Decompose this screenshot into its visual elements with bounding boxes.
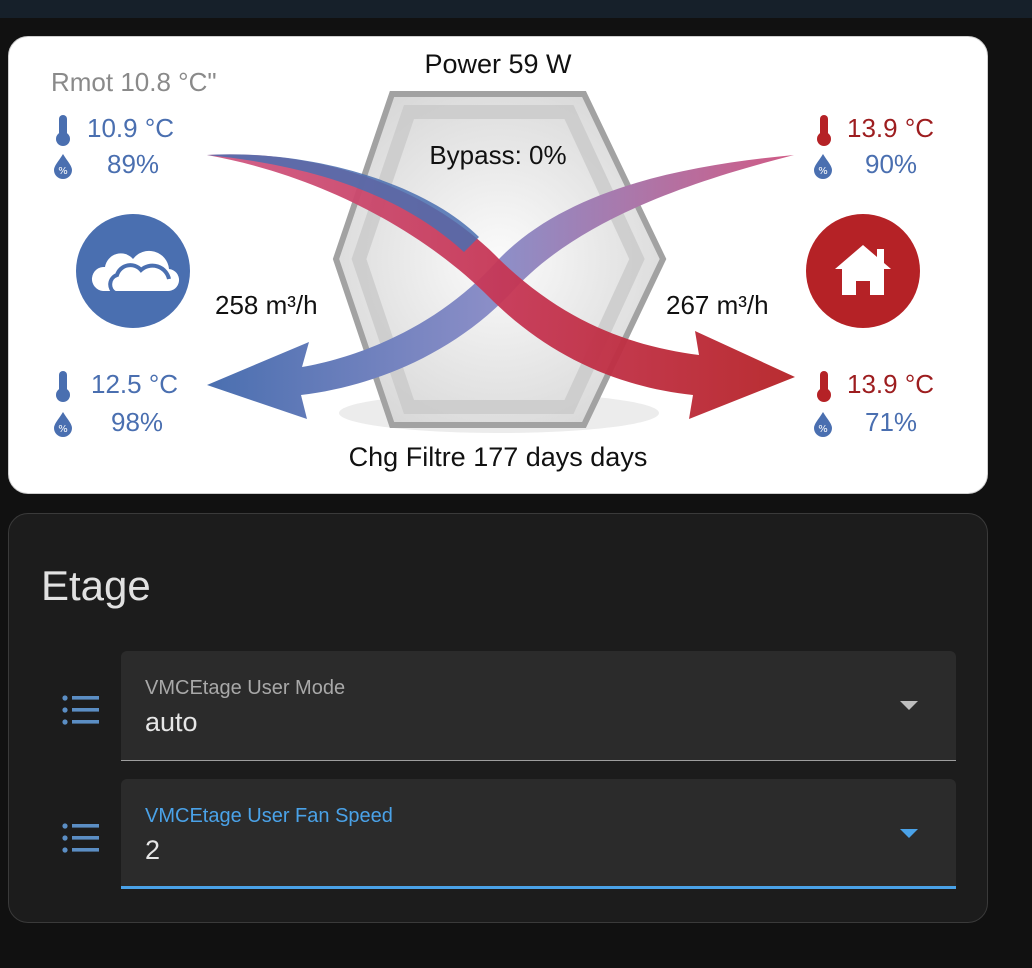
- home-icon: [806, 214, 920, 328]
- exhaust-flow-rate: 258 m³/h: [215, 290, 318, 320]
- select-underline: [121, 760, 956, 761]
- dropdown-arrow-icon[interactable]: [900, 829, 918, 838]
- thermometer-icon: [817, 371, 831, 402]
- thermometer-icon: [56, 115, 70, 146]
- fan-speed-select[interactable]: VMCEtage User Fan Speed 2: [121, 779, 956, 889]
- svg-text:%: %: [818, 166, 828, 177]
- svg-text:%: %: [58, 424, 68, 435]
- svg-text:%: %: [58, 166, 68, 177]
- indoor-humidity: 90%: [865, 149, 918, 179]
- dropdown-arrow-icon[interactable]: [900, 701, 918, 710]
- thermometer-icon: [817, 115, 831, 146]
- etage-card: Etage VMCEtage User Mode auto VMCEtage U…: [8, 513, 988, 923]
- cloud-icon: [76, 214, 190, 328]
- select-value: auto: [145, 707, 198, 737]
- list-icon: [62, 823, 99, 853]
- indoor-temp: 13.9 °C: [847, 113, 935, 143]
- humidity-drop-icon: %: [54, 154, 72, 179]
- exhaust-humidity: 98%: [111, 407, 164, 437]
- humidity-drop-icon: %: [54, 412, 72, 437]
- select-underline: [121, 886, 956, 889]
- select-value: 2: [145, 835, 161, 865]
- top-bar: [0, 0, 1032, 18]
- thermometer-icon: [56, 371, 70, 402]
- outdoor-humidity: 89%: [107, 149, 160, 179]
- svg-text:%: %: [818, 424, 828, 435]
- supply-humidity: 71%: [865, 407, 918, 437]
- supply-temp: 13.9 °C: [847, 369, 935, 399]
- humidity-drop-icon: %: [814, 412, 832, 437]
- ventilation-flow-card[interactable]: Power 59 W Bypass: 0% Chg Filtre 177 day…: [8, 36, 988, 494]
- remote-temperature: Rmot 10.8 °C": [51, 67, 217, 97]
- humidity-drop-icon: %: [814, 154, 832, 179]
- supply-flow-rate: 267 m³/h: [666, 290, 769, 320]
- select-label: VMCEtage User Mode: [145, 677, 346, 699]
- select-label: VMCEtage User Fan Speed: [145, 805, 393, 827]
- outdoor-temp: 10.9 °C: [87, 113, 175, 143]
- card-title: Etage: [41, 562, 151, 609]
- list-icon: [62, 695, 99, 725]
- user-mode-select[interactable]: VMCEtage User Mode auto: [121, 651, 956, 761]
- filter-readout: Chg Filtre 177 days days: [348, 442, 648, 472]
- exhaust-temp: 12.5 °C: [91, 369, 179, 399]
